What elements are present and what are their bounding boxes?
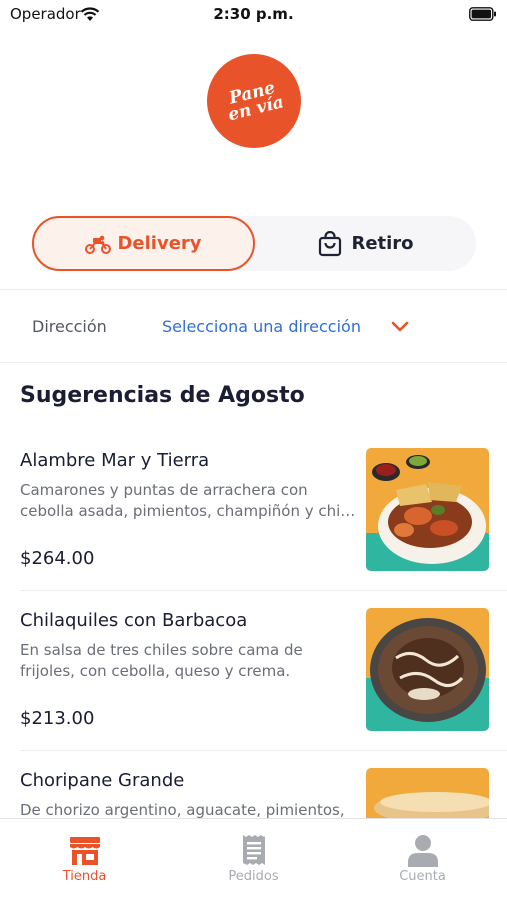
shopping-bag-icon bbox=[319, 230, 342, 256]
menu-item[interactable]: Chilaquiles con Barbacoa En salsa de tre… bbox=[0, 608, 507, 768]
item-divider bbox=[20, 750, 507, 751]
tab-cuenta[interactable]: Cuenta bbox=[338, 819, 507, 900]
receipt-icon bbox=[243, 835, 265, 865]
divider bbox=[0, 289, 507, 290]
chevron-down-icon[interactable] bbox=[390, 320, 410, 334]
item-photo[interactable] bbox=[366, 608, 489, 731]
item-price: $213.00 bbox=[20, 708, 95, 729]
user-icon bbox=[408, 835, 438, 867]
address-label: Dirección bbox=[32, 317, 107, 336]
tab-bar: Tienda Pedidos Cuenta bbox=[0, 818, 507, 900]
item-name: Chilaquiles con Barbacoa bbox=[20, 610, 248, 631]
item-price: $264.00 bbox=[20, 548, 95, 569]
scooter-icon bbox=[85, 235, 112, 254]
delivery-option[interactable]: Delivery bbox=[32, 216, 255, 271]
tab-label: Pedidos bbox=[228, 869, 279, 884]
address-value[interactable]: Selecciona una dirección bbox=[162, 317, 361, 336]
item-divider bbox=[20, 590, 507, 591]
item-name: Choripane Grande bbox=[20, 770, 185, 791]
item-description: Camarones y puntas de arrachera con cebo… bbox=[20, 481, 356, 520]
status-time: 2:30 p.m. bbox=[213, 5, 294, 23]
pickup-label: Retiro bbox=[351, 233, 414, 254]
pickup-option[interactable]: Retiro bbox=[255, 216, 476, 271]
address-selector[interactable]: Dirección Selecciona una dirección bbox=[0, 292, 507, 362]
status-bar: Operador 2:30 p.m. bbox=[0, 0, 507, 30]
order-mode-toggle: Delivery Retiro bbox=[32, 216, 476, 271]
tab-label: Cuenta bbox=[399, 869, 446, 884]
divider bbox=[0, 362, 507, 363]
tab-tienda[interactable]: Tienda bbox=[0, 819, 169, 900]
brand-logo: Pane en vía bbox=[207, 54, 301, 148]
battery-icon bbox=[469, 7, 496, 21]
item-description: En salsa de tres chiles sobre cama de fr… bbox=[20, 641, 303, 680]
item-photo[interactable] bbox=[366, 448, 489, 571]
item-name: Alambre Mar y Tierra bbox=[20, 450, 210, 471]
tab-label: Tienda bbox=[62, 869, 107, 884]
menu-item[interactable]: Alambre Mar y Tierra Camarones y puntas … bbox=[0, 448, 507, 608]
section-title: Sugerencias de Agosto bbox=[20, 383, 305, 408]
tab-pedidos[interactable]: Pedidos bbox=[169, 819, 338, 900]
store-icon bbox=[70, 837, 100, 865]
delivery-label: Delivery bbox=[117, 233, 202, 254]
